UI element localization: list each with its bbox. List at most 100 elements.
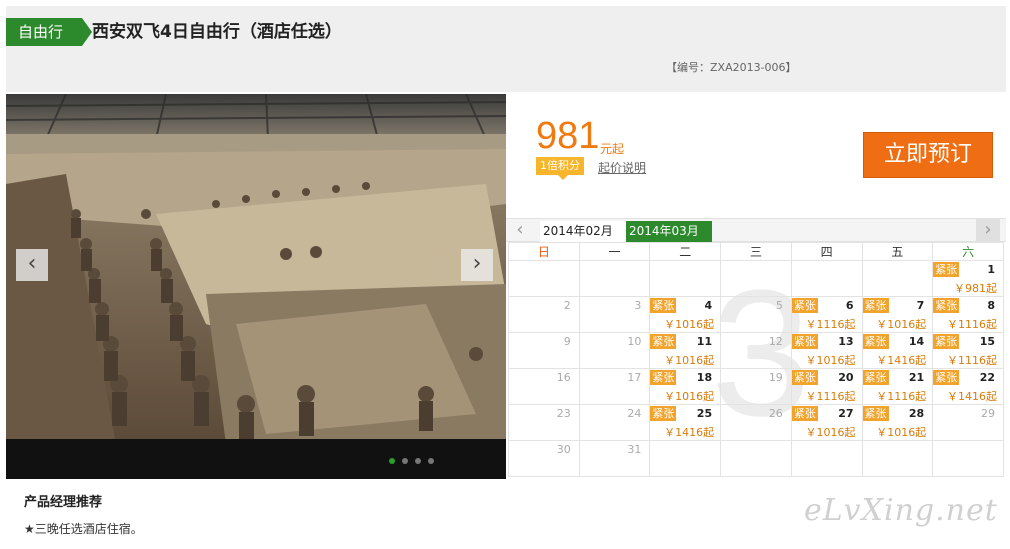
day-number: 4	[704, 299, 713, 312]
limited-badge: 紧张	[650, 370, 677, 385]
calendar-day-cell: 2	[508, 296, 580, 333]
calendar-week-row: 16 17 18 紧张 ￥1016起 19 20 紧张 ￥1116起 21 紧张 ￥1116起 22 紧张…	[508, 368, 1004, 405]
tab-month-mar[interactable]: 2014年03月	[626, 221, 712, 242]
weekday-label: 三	[720, 242, 792, 261]
limited-badge: 紧张	[650, 298, 677, 313]
calendar-day-cell	[861, 260, 934, 297]
calendar-day-cell[interactable]: 28 紧张 ￥1016起	[861, 404, 934, 441]
limited-badge: 紧张	[862, 406, 889, 421]
brand-watermark: eLvXing.net	[804, 493, 998, 528]
day-number: 17	[627, 371, 642, 384]
calendar-day-cell	[932, 440, 1004, 477]
day-price: ￥1016起	[664, 354, 715, 367]
limited-badge: 紧张	[933, 298, 960, 313]
day-price: ￥1416起	[876, 354, 927, 367]
day-price: ￥1016起	[876, 318, 927, 331]
day-number: 8	[987, 299, 995, 312]
day-number: 9	[563, 335, 571, 348]
weekday-label: 二	[649, 242, 722, 261]
calendar-day-cell	[720, 440, 792, 477]
calendar-prev-icon[interactable]: ‹	[508, 219, 532, 241]
limited-badge: 紧张	[791, 406, 818, 421]
day-number: 19	[768, 371, 783, 384]
calendar-day-cell: 30	[508, 440, 580, 477]
product-header: 自由行 西安双飞4日自由行（酒店任选） 【编号：ZXA2013-006】	[6, 6, 1006, 92]
calendar-day-cell[interactable]: 15 紧张 ￥1116起	[932, 332, 1004, 369]
day-number: 11	[696, 335, 713, 348]
calendar-day-cell: 24	[578, 404, 651, 441]
day-number: 24	[627, 407, 642, 420]
calendar-day-cell	[508, 260, 580, 297]
calendar-day-cell[interactable]: 8 紧张 ￥1116起	[932, 296, 1004, 333]
limited-badge: 紧张	[933, 262, 960, 277]
calendar-day-cell[interactable]: 4 紧张 ￥1016起	[649, 296, 722, 333]
calendar-day-cell	[578, 260, 651, 297]
day-price: ￥1416起	[947, 390, 997, 403]
calendar-day-cell[interactable]: 11 紧张 ￥1016起	[649, 332, 722, 369]
category-tag: 自由行	[6, 18, 92, 46]
calendar-day-cell: 19	[720, 368, 792, 405]
calendar-day-cell: 16	[508, 368, 580, 405]
day-price: ￥1016起	[664, 318, 715, 331]
slider-dot[interactable]	[415, 458, 421, 464]
day-number: 1	[987, 263, 995, 276]
photo-slider: ‹ ›	[6, 94, 506, 479]
day-number: 26	[768, 407, 783, 420]
weekday-label: 五	[861, 242, 934, 261]
day-price: ￥1016起	[805, 354, 856, 367]
calendar-day-cell[interactable]: 6 紧张 ￥1116起	[790, 296, 863, 333]
slider-dots	[389, 458, 434, 464]
weekday-label: 日	[508, 242, 580, 261]
day-price: ￥1116起	[947, 354, 997, 367]
terracotta-warriors-photo	[6, 94, 506, 444]
calendar-day-cell	[649, 440, 722, 477]
calendar-week-row: 1 紧张 ￥981起	[508, 260, 1004, 297]
calendar-day-cell[interactable]: 27 紧张 ￥1016起	[790, 404, 863, 441]
calendar-week-row: 30 31	[508, 440, 1004, 477]
calendar-day-cell[interactable]: 22 紧张 ￥1416起	[932, 368, 1004, 405]
day-price: ￥1016起	[664, 390, 715, 403]
recommendation-text: ★三晚任选酒店住宿。	[24, 522, 143, 536]
slider-dot[interactable]	[428, 458, 434, 464]
calendar-day-cell: 12	[720, 332, 792, 369]
slider-dot[interactable]	[389, 458, 395, 464]
calendar-day-cell[interactable]: 1 紧张 ￥981起	[932, 260, 1004, 297]
day-number: 28	[908, 407, 925, 420]
price-amount: 981	[536, 115, 600, 157]
price-explain-link[interactable]: 起价说明	[598, 159, 646, 176]
calendar-day-cell[interactable]: 18 紧张 ￥1016起	[649, 368, 722, 405]
day-price: ￥1116起	[805, 318, 856, 331]
weekday-label: 一	[578, 242, 651, 261]
slider-dot[interactable]	[402, 458, 408, 464]
day-price: ￥1116起	[876, 390, 927, 403]
slider-next-button[interactable]: ›	[461, 249, 493, 281]
calendar-day-cell[interactable]: 7 紧张 ￥1016起	[861, 296, 934, 333]
calendar-next-icon[interactable]: ›	[976, 219, 1000, 241]
slider-prev-button[interactable]: ‹	[16, 249, 48, 281]
price-unit: 元起	[600, 142, 625, 156]
limited-badge: 紧张	[791, 370, 818, 385]
calendar-week-row: 9 10 11 紧张 ￥1016起 12 13 紧张 ￥1016起 14 紧张 ￥1416起 15 紧张 ￥…	[508, 332, 1004, 369]
calendar-day-cell[interactable]: 14 紧张 ￥1416起	[861, 332, 934, 369]
calendar-day-cell[interactable]: 20 紧张 ￥1116起	[790, 368, 863, 405]
weekday-label: 四	[790, 242, 863, 261]
calendar-day-cell: 10	[578, 332, 651, 369]
day-number: 15	[979, 335, 995, 348]
recommendation-section: 产品经理推荐 ★三晚任选酒店住宿。 eLvXing.net	[6, 479, 1006, 549]
product-title: 西安双飞4日自由行（酒店任选）	[92, 22, 342, 42]
day-number: 25	[696, 407, 713, 420]
points-badge: 1倍积分	[536, 157, 584, 180]
limited-badge: 紧张	[650, 406, 677, 421]
day-number: 27	[838, 407, 854, 420]
day-number: 21	[908, 371, 925, 384]
tab-month-feb[interactable]: 2014年02月	[540, 221, 626, 242]
day-number: 30	[556, 443, 571, 456]
book-now-button[interactable]: 立即预订	[863, 132, 993, 178]
calendar-day-cell[interactable]: 13 紧张 ￥1016起	[790, 332, 863, 369]
calendar-day-cell[interactable]: 21 紧张 ￥1116起	[861, 368, 934, 405]
day-number: 12	[768, 335, 783, 348]
weekday-header: 日 一 二 三 四 五 六	[508, 242, 1004, 261]
calendar-day-cell[interactable]: 25 紧张 ￥1416起	[649, 404, 722, 441]
day-number: 18	[696, 371, 713, 384]
day-number: 31	[627, 443, 642, 456]
